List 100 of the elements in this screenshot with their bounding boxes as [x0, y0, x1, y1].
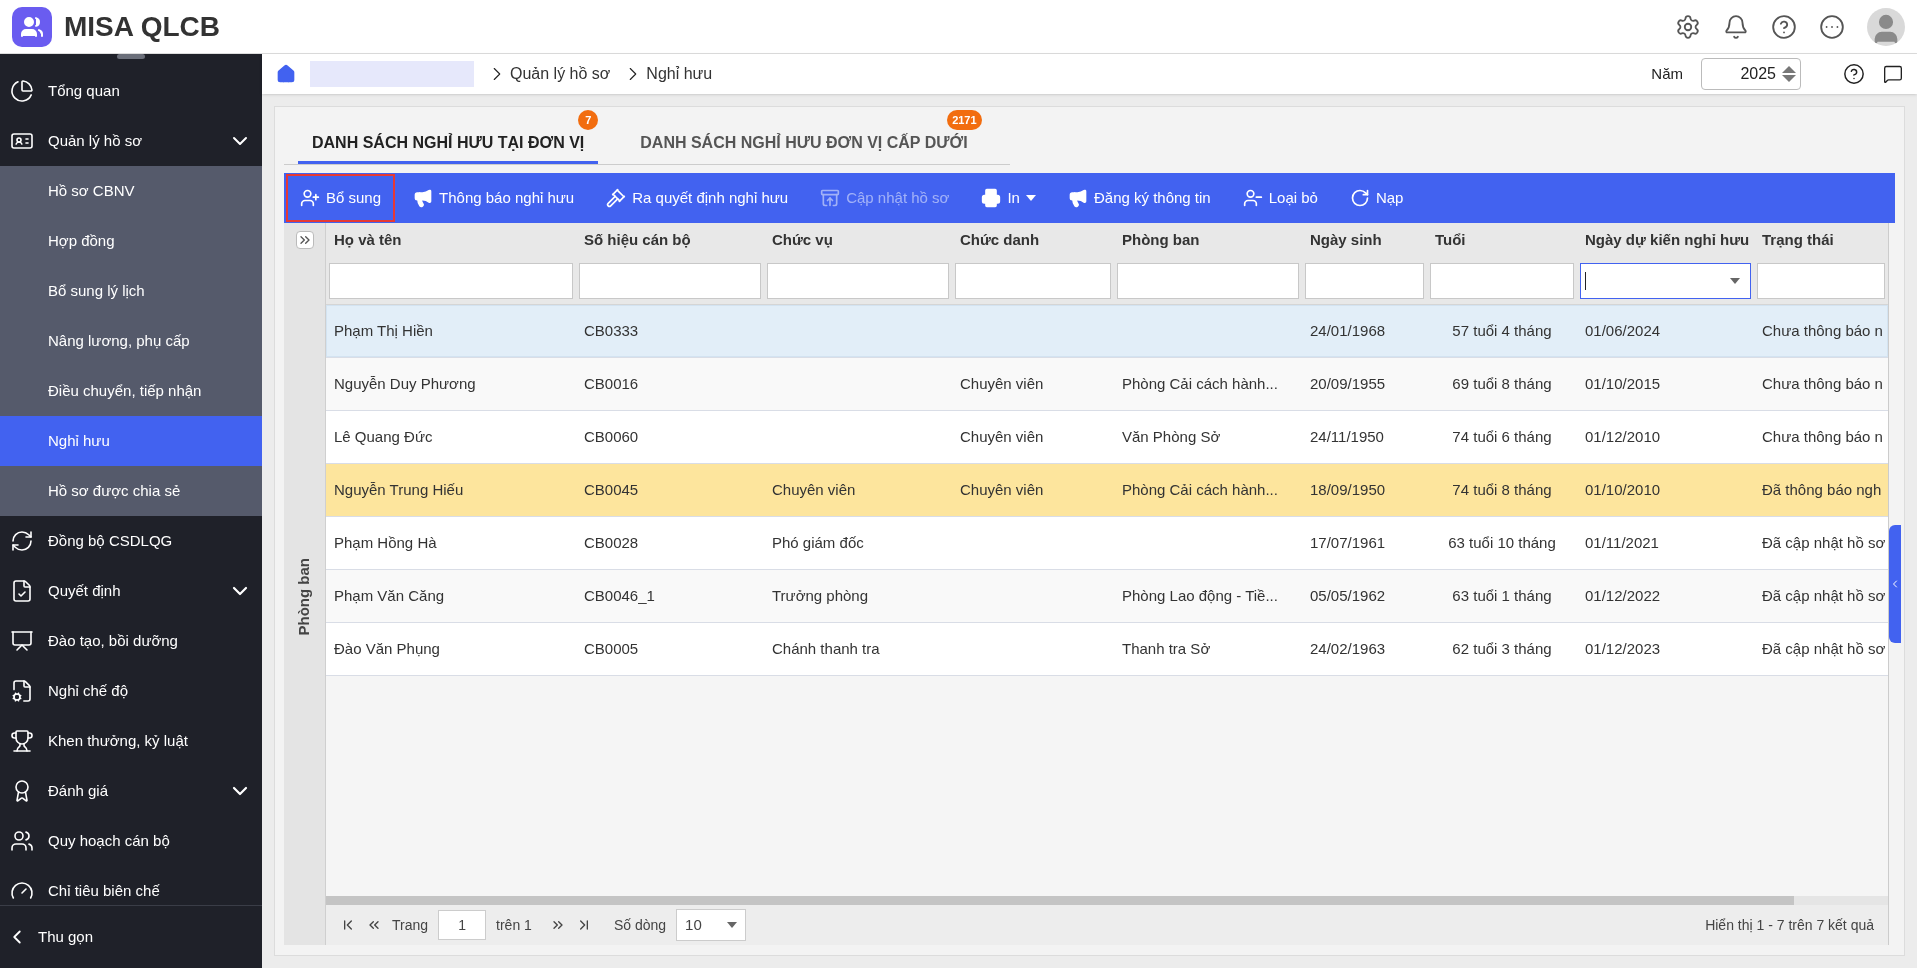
document-check-icon	[10, 579, 34, 603]
sidebar-item[interactable]: Đào tạo, bồi dưỡng	[0, 616, 262, 666]
table-cell: Đã cập nhật hồ sơ	[1762, 639, 1886, 657]
column-header[interactable]: Chức danh	[960, 230, 1040, 248]
filter-field[interactable]	[955, 262, 1111, 299]
table-cell: Đã cập nhật hồ sơ	[1762, 533, 1886, 551]
page-count: trên 1	[496, 915, 532, 935]
caret-icon	[1730, 277, 1740, 284]
home-icon[interactable]	[276, 64, 296, 84]
column-header[interactable]: Phòng ban	[1122, 230, 1200, 248]
submenu-item[interactable]: Điều chuyển, tiếp nhận	[0, 366, 262, 416]
help-icon[interactable]	[1843, 63, 1865, 85]
table-row[interactable]: Phạm Văn Căng CB0046_1 Trưởng phòng Phòng Lao động - Tiề... 05/05/1962 63 tuổi 1 tháng 01/12/2022 Đã cập nhật hồ sơ	[326, 570, 1888, 623]
filter-field[interactable]	[1430, 262, 1574, 299]
filter-dropdown[interactable]	[1580, 262, 1751, 299]
sidebar-item[interactable]: Quản lý hồ sơ	[0, 116, 262, 166]
year-field[interactable]: 2025	[1701, 58, 1801, 90]
archive-icon	[820, 188, 841, 208]
horizontal-scrollbar[interactable]	[326, 896, 1888, 905]
table-cell: Chuyên viên	[960, 480, 1044, 498]
submenu-item[interactable]: Nghỉ hưu	[0, 416, 262, 466]
filter-field[interactable]	[1305, 262, 1424, 299]
sidebar-item[interactable]: Khen thưởng, kỷ luật	[0, 716, 262, 766]
table-cell: 74 tuổi 8 tháng	[1452, 480, 1552, 498]
table-row[interactable]: Lê Quang Đức CB0060 Chuyên viên Văn Phòng Sở 24/11/1950 74 tuổi 6 tháng 01/12/2010 Chưa thông báo n	[326, 411, 1888, 464]
rows-per-page-select[interactable]: 10	[676, 909, 747, 941]
spinner-icon[interactable]	[1782, 66, 1796, 82]
presentation-icon	[10, 629, 34, 653]
toolbar-button[interactable]: Nạp	[1335, 174, 1418, 222]
table-row[interactable]: Phạm Thị Hiền CB0333 24/01/1968 57 tuổi 4 tháng 01/06/2024 Chưa thông báo n	[326, 305, 1888, 358]
column-header[interactable]: Chức vụ	[772, 230, 833, 248]
table-cell: 01/10/2015	[1585, 374, 1661, 392]
table-cell: Phòng Lao động - Tiề...	[1122, 586, 1278, 604]
sidebar-item[interactable]: Quyết định	[0, 566, 262, 616]
table-row[interactable]: Phạm Hồng Hà CB0028 Phó giám đốc 17/07/1961 63 tuổi 10 tháng 01/11/2021 Đã cập nhật hồ sơ	[326, 517, 1888, 570]
table-cell: 57 tuổi 4 tháng	[1452, 321, 1552, 339]
document-gear-icon	[10, 679, 34, 703]
column-header[interactable]: Ngày sinh	[1310, 230, 1382, 248]
table-cell: 17/07/1961	[1310, 533, 1386, 551]
toolbar-button[interactable]: Bổ sung	[286, 174, 396, 222]
filter-field[interactable]	[767, 262, 949, 299]
sidebar-item[interactable]: Tổng quan	[0, 66, 262, 116]
printer-icon	[981, 188, 1002, 208]
column-header[interactable]: Ngày dự kiến nghỉ hưu	[1585, 230, 1750, 248]
submenu-item[interactable]: Hồ sơ CBNV	[0, 166, 262, 216]
table-row[interactable]: Nguyễn Duy Phương CB0016 Chuyên viên Phòng Cải cách hành... 20/09/1955 69 tuổi 8 tháng 01/10/2015 Chưa thông báo n	[326, 358, 1888, 411]
more-icon[interactable]	[1819, 13, 1845, 40]
column-header[interactable]: Họ và tên	[334, 230, 402, 248]
breadcrumb-link[interactable]: Quản lý hồ sơ	[510, 62, 611, 86]
sidebar-item[interactable]: Quy hoạch cán bộ	[0, 816, 262, 866]
megaphone-icon	[413, 188, 434, 208]
table-cell: 63 tuổi 1 tháng	[1452, 586, 1552, 604]
filter-field[interactable]	[579, 262, 761, 299]
page-field[interactable]: 1	[438, 910, 487, 940]
sidebar-item[interactable]: Đánh giá	[0, 766, 262, 816]
table-row[interactable]: Nguyễn Trung Hiếu CB0045 Chuyên viên Chuyên viên Phòng Cải cách hành... 18/09/1950 74 tuổi 8 tháng 01/10/2010 Đã thông báo ngh	[326, 464, 1888, 517]
column-header[interactable]: Số hiệu cán bộ	[584, 230, 691, 248]
help-icon[interactable]	[1771, 13, 1797, 40]
table-cell: 01/06/2024	[1585, 321, 1661, 339]
sidebar-item[interactable]: Nghỉ chế độ	[0, 666, 262, 716]
table-cell: CB0060	[584, 427, 639, 445]
submenu-item[interactable]: Bổ sung lý lịch	[0, 266, 262, 316]
column-header[interactable]: Tuổi	[1435, 230, 1466, 248]
table-cell: 18/09/1950	[1310, 480, 1386, 498]
table-cell: Chuyên viên	[960, 427, 1044, 445]
expand-panel-icon[interactable]	[295, 231, 314, 249]
sidebar-item[interactable]: Đồng bộ CSDLQG	[0, 516, 262, 566]
settings-icon[interactable]	[1675, 13, 1701, 40]
filter-field[interactable]	[1757, 262, 1885, 299]
column-header[interactable]: Trạng thái	[1762, 230, 1834, 248]
breadcrumb-link[interactable]: Nghỉ hưu	[646, 62, 713, 86]
user-minus-icon	[1242, 188, 1263, 208]
toolbar-button[interactable]: Thông báo nghỉ hưu	[399, 174, 589, 222]
filter-field[interactable]	[329, 262, 573, 299]
toolbar-button[interactable]: In	[967, 174, 1050, 222]
filter-field[interactable]	[1117, 262, 1299, 299]
table-cell: Chưa thông báo n	[1762, 427, 1883, 445]
users-icon	[10, 829, 34, 853]
app-logo-icon[interactable]	[12, 6, 52, 47]
table-cell: 01/11/2021	[1585, 533, 1659, 551]
submenu-item[interactable]: Hồ sơ được chia sẻ	[0, 466, 262, 516]
handle-icon[interactable]	[117, 54, 145, 59]
sidebar-item[interactable]: Chỉ tiêu biên chế	[0, 866, 262, 905]
notification-bell-icon[interactable]	[1723, 13, 1749, 40]
toolbar-button[interactable]: Đăng ký thông tin	[1053, 174, 1225, 222]
table-row[interactable]: Đào Văn Phụng CB0005 Chánh thanh tra Thanh tra Sở 24/02/1963 62 tuổi 3 tháng 01/12/2023 Đã cập nhật hồ sơ	[326, 623, 1888, 676]
table-cell: 01/12/2022	[1585, 586, 1661, 604]
submenu-item[interactable]: Hợp đồng	[0, 216, 262, 266]
toolbar-button[interactable]: Loại bỏ	[1228, 174, 1332, 222]
table-cell: 20/09/1955	[1310, 374, 1386, 392]
rows-per-page-label: Số dòng	[613, 915, 667, 935]
submenu-item[interactable]: Nâng lương, phụ cấp	[0, 316, 262, 366]
toolbar-button[interactable]: Ra quyết định nghỉ hưu	[592, 174, 803, 222]
feedback-icon[interactable]	[1883, 64, 1903, 84]
year-label: Năm	[1651, 63, 1683, 84]
avatar-icon[interactable]	[1867, 7, 1905, 46]
table-cell: Chưa thông báo n	[1762, 374, 1883, 392]
table-cell: CB0016	[584, 374, 639, 392]
table-cell: Phạm Hồng Hà	[334, 533, 437, 551]
app-title: MISA QLCB	[64, 9, 221, 44]
